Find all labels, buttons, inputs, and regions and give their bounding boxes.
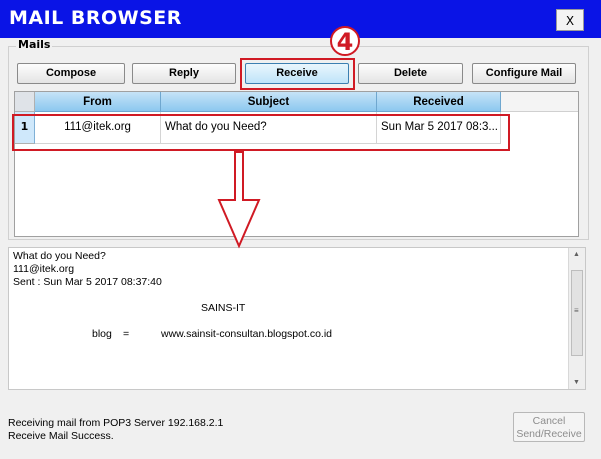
down-arrow-icon bbox=[217, 151, 261, 249]
mail-browser-window: MAIL BROWSER X Mails Compose Reply Recei… bbox=[0, 0, 601, 459]
annotation-overlay: 4 bbox=[217, 26, 360, 249]
step-number: 4 bbox=[337, 28, 354, 56]
